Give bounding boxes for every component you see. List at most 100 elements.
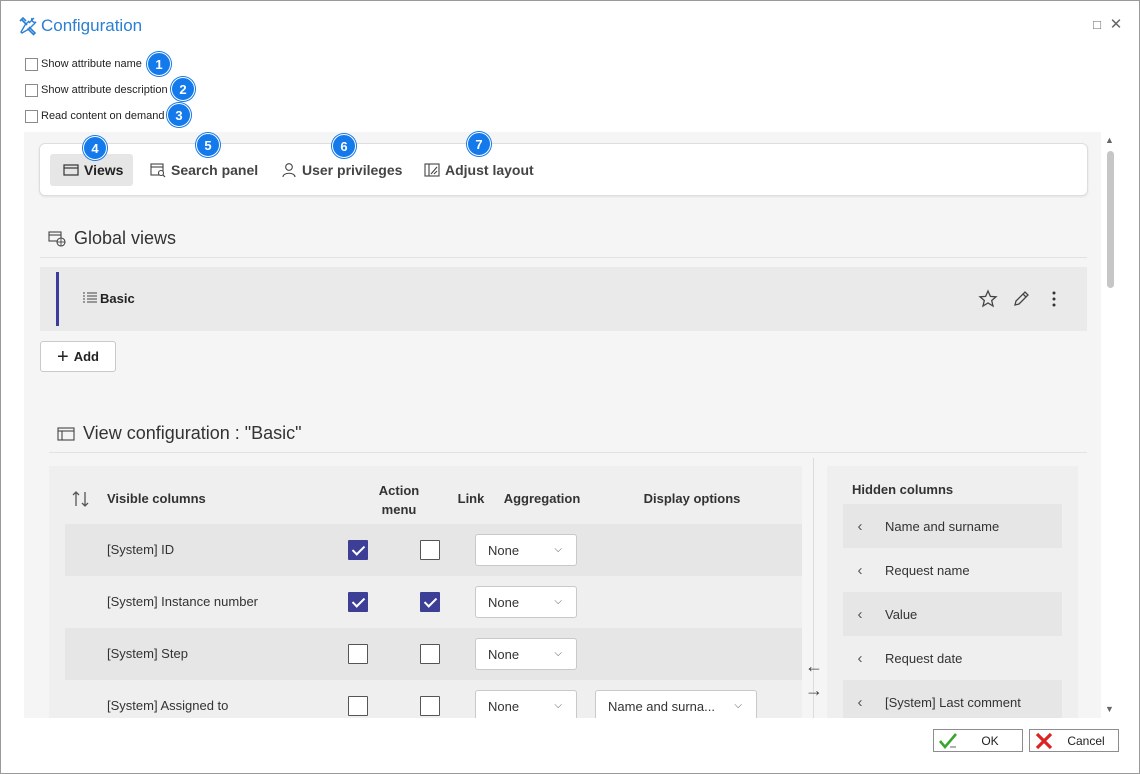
chevron-down-icon: ⌵: [554, 596, 562, 607]
callout-badge-3: 3: [167, 103, 191, 127]
checkmark-icon: [939, 732, 957, 749]
show-attribute-description-label: Show attribute description: [41, 84, 168, 96]
chevron-left-icon[interactable]: ‹: [847, 650, 873, 667]
global-views-divider: [40, 257, 1087, 258]
maximize-button[interactable]: □: [1089, 17, 1105, 33]
link-checkbox[interactable]: [420, 592, 440, 612]
hidden-columns-panel: Hidden columns ‹ Name and surname ‹ Requ…: [827, 466, 1078, 718]
view-name: Basic: [100, 291, 135, 306]
add-view-button[interactable]: + Add: [40, 341, 116, 372]
callout-badge-7: 7: [467, 132, 491, 156]
hidden-column-name: Request name: [885, 562, 970, 578]
search-panel-icon: [150, 163, 166, 178]
chevron-left-icon[interactable]: ‹: [847, 518, 873, 535]
aggregation-select[interactable]: None ⌵: [475, 638, 577, 670]
hidden-column-item[interactable]: ‹ Name and surname: [843, 504, 1062, 548]
hidden-column-item[interactable]: ‹ Value: [843, 592, 1062, 636]
window-icon: [57, 426, 75, 441]
chevron-left-icon[interactable]: ‹: [847, 694, 873, 711]
callout-badge-2: 2: [171, 77, 195, 101]
aggregation-value: None: [488, 542, 520, 558]
close-button[interactable]: ✕: [1108, 17, 1124, 33]
tab-user-privileges[interactable]: User privileges: [281, 154, 402, 186]
more-options-icon[interactable]: [1044, 289, 1064, 309]
hidden-column-name: Name and surname: [885, 518, 1000, 534]
global-views-icon: [48, 230, 66, 247]
read-content-on-demand-label: Read content on demand: [41, 110, 165, 122]
display-options-header: Display options: [643, 491, 741, 506]
arrow-right-icon[interactable]: →: [805, 680, 823, 701]
hidden-column-item[interactable]: ‹ [System] Last comment: [843, 680, 1062, 718]
action-menu-checkbox[interactable]: [348, 644, 368, 664]
global-views-title: Global views: [74, 228, 177, 248]
link-checkbox[interactable]: [420, 540, 440, 560]
scroll-down-arrow[interactable]: ▼: [1105, 704, 1114, 714]
cancel-x-icon: [1035, 732, 1053, 749]
aggregation-value: None: [488, 594, 520, 610]
show-attribute-name-option[interactable]: Show attribute name: [25, 56, 142, 72]
table-row: [System] Step None ⌵: [65, 628, 802, 680]
link-checkbox[interactable]: [420, 644, 440, 664]
link-checkbox[interactable]: [420, 696, 440, 716]
view-configuration-divider: [49, 452, 1087, 453]
hidden-column-item[interactable]: ‹ Request date: [843, 636, 1062, 680]
hidden-column-item[interactable]: ‹ Request name: [843, 548, 1062, 592]
configuration-window: Configuration □ ✕ Show attribute name 1 …: [0, 0, 1140, 774]
scrollbar-thumb[interactable]: [1107, 151, 1114, 288]
ok-button[interactable]: OK: [933, 729, 1023, 752]
chevron-left-icon[interactable]: ‹: [847, 606, 873, 623]
read-content-on-demand-checkbox[interactable]: [25, 109, 38, 123]
plus-icon: +: [57, 345, 69, 368]
tools-icon: [19, 16, 37, 36]
show-attribute-description-checkbox[interactable]: [25, 83, 38, 97]
chevron-left-icon[interactable]: ‹: [847, 562, 873, 579]
table-row: [System] Instance number None ⌵: [65, 576, 802, 628]
tab-adjust-layout[interactable]: Adjust layout: [424, 154, 534, 186]
chevron-down-icon: ⌵: [554, 700, 562, 711]
aggregation-header: Aggregation: [503, 491, 581, 506]
callout-badge-4: 4: [83, 136, 107, 160]
display-options-select[interactable]: Name and surna... ⌵: [595, 690, 757, 718]
hidden-columns-title: Hidden columns: [852, 482, 954, 497]
action-menu-checkbox[interactable]: [348, 696, 368, 716]
column-name: [System] Assigned to: [107, 698, 229, 713]
aggregation-select[interactable]: None ⌵: [475, 690, 577, 718]
ok-label: OK: [981, 733, 999, 748]
scroll-up-arrow[interactable]: ▲: [1105, 135, 1114, 145]
aggregation-select[interactable]: None ⌵: [475, 586, 577, 618]
star-icon[interactable]: [978, 289, 998, 309]
hidden-column-name: Value: [885, 606, 918, 622]
user-icon: [282, 163, 296, 178]
cancel-button[interactable]: Cancel: [1029, 729, 1119, 752]
tab-adjust-layout-label: Adjust layout: [445, 162, 534, 178]
show-attribute-name-checkbox[interactable]: [25, 57, 38, 71]
view-row-basic[interactable]: Basic: [40, 267, 1087, 331]
layout-icon: [424, 163, 440, 177]
aggregation-select[interactable]: None ⌵: [475, 534, 577, 566]
arrow-left-icon[interactable]: ←: [805, 656, 823, 677]
chevron-down-icon: ⌵: [554, 648, 562, 659]
sort-icon[interactable]: [71, 490, 91, 508]
selected-indicator: [56, 272, 59, 326]
title-bar: Configuration □ ✕: [1, 1, 1139, 51]
tab-views-label: Views: [84, 162, 124, 178]
action-menu-checkbox[interactable]: [348, 592, 368, 612]
view-configuration-header: View configuration : "Basic": [57, 423, 302, 444]
show-attribute-description-option[interactable]: Show attribute description: [25, 82, 168, 98]
column-name: [System] ID: [107, 542, 175, 557]
aggregation-value: None: [488, 698, 520, 714]
table-row: [System] ID None ⌵: [65, 524, 802, 576]
display-options-value: Name and surna...: [608, 698, 715, 714]
hidden-column-name: Request date: [885, 650, 963, 666]
view-configuration-title: View configuration : "Basic": [83, 423, 302, 443]
column-divider: [813, 458, 814, 718]
chevron-down-icon: ⌵: [734, 700, 742, 711]
callout-badge-1: 1: [147, 52, 171, 76]
chevron-down-icon: ⌵: [554, 544, 562, 555]
column-name: [System] Instance number: [107, 594, 259, 609]
read-content-on-demand-option[interactable]: Read content on demand: [25, 108, 165, 124]
show-attribute-name-label: Show attribute name: [41, 58, 142, 70]
tab-search-panel[interactable]: Search panel: [150, 154, 258, 186]
action-menu-checkbox[interactable]: [348, 540, 368, 560]
edit-icon[interactable]: [1011, 289, 1031, 309]
